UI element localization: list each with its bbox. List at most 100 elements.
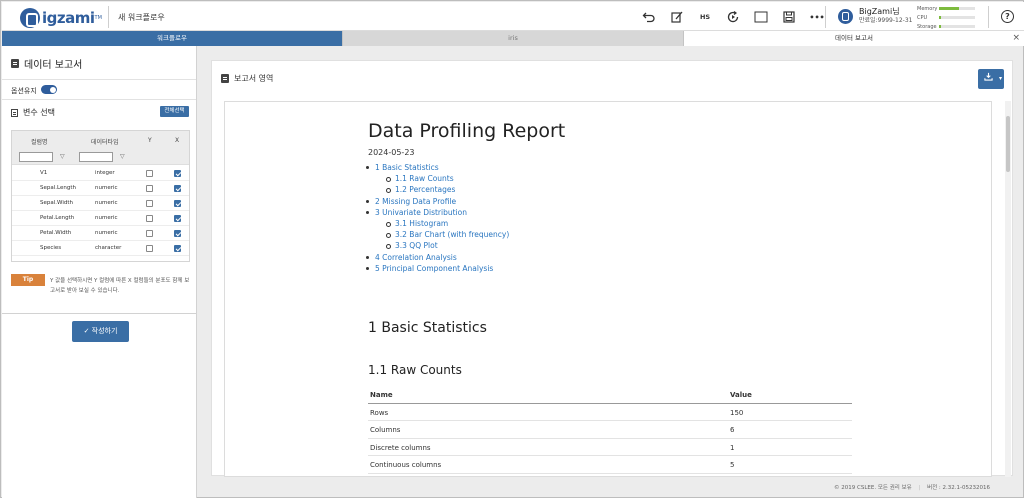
download-icon — [984, 72, 993, 81]
x-checkbox[interactable] — [174, 185, 181, 192]
tab-iris[interactable]: iris — [342, 31, 683, 46]
auto-icon[interactable] — [750, 8, 772, 26]
column-header-name: 컬럼명 — [31, 139, 48, 146]
tip-badge: Tip — [11, 274, 45, 286]
stat-value: 150 — [730, 408, 744, 417]
user-profile[interactable]: BigZami님 만료일:9999-12-31 — [838, 7, 912, 25]
y-checkbox[interactable] — [146, 200, 153, 207]
table-row[interactable]: Species character — [12, 241, 189, 256]
table-row: Rows 150 — [368, 404, 852, 421]
logo-mark-icon — [20, 8, 40, 28]
user-name: BigZami님 — [859, 7, 900, 16]
report-scrollbar[interactable] — [1005, 101, 1011, 477]
bigzami-logo[interactable]: igzami TM — [20, 7, 102, 29]
stat-name: Continuous columns — [370, 461, 442, 469]
more-label: ••• — [809, 12, 825, 22]
undo-icon[interactable] — [638, 8, 660, 26]
storage-meter: Storage — [917, 22, 977, 31]
filter-icon[interactable]: ▽ — [60, 153, 65, 160]
report-icon — [11, 59, 19, 68]
var-type: numeric — [95, 215, 118, 221]
table-row: Continuous columns 5 — [368, 456, 852, 474]
column-header-type: 데이터타입 — [91, 139, 119, 146]
cpu-meter: CPU — [917, 13, 977, 22]
filter-icon[interactable]: ▽ — [120, 153, 125, 160]
replay-icon[interactable] — [722, 8, 744, 26]
y-checkbox[interactable] — [146, 230, 153, 237]
toc-link[interactable]: 4 Correlation Analysis — [366, 252, 775, 263]
hs-icon[interactable]: HS — [694, 8, 716, 26]
stat-name: Columns — [370, 426, 401, 434]
name-filter-input[interactable] — [19, 152, 53, 162]
y-checkbox[interactable] — [146, 215, 153, 222]
variable-select-header: 변수 선택 — [11, 107, 55, 118]
scrollbar-thumb[interactable] — [1006, 116, 1010, 172]
tip-text: Y 값을 선택하시면 Y 컬럼에 따른 X 컬럼들의 분포도 함께 보고서로 받… — [50, 278, 190, 294]
var-type: numeric — [95, 185, 118, 191]
table-row[interactable]: Petal.Width numeric — [12, 226, 189, 241]
x-checkbox[interactable] — [174, 170, 181, 177]
divider — [988, 6, 989, 28]
tab-data-report-label: 데이터 보고서 — [835, 34, 873, 42]
table-row: Discrete columns 1 — [368, 439, 852, 456]
y-checkbox[interactable] — [146, 170, 153, 177]
toc-link[interactable]: 1 Basic Statistics — [366, 162, 775, 173]
stat-value: 5 — [730, 461, 735, 469]
tab-workflow[interactable]: 워크플로우 — [2, 31, 342, 46]
toc-link[interactable]: 2 Missing Data Profile — [366, 196, 775, 207]
var-name: Petal.Length — [40, 215, 75, 221]
section-heading: 1 Basic Statistics — [368, 320, 487, 336]
divider — [2, 313, 196, 314]
var-name: Petal.Width — [40, 230, 72, 236]
toc-link[interactable]: 3 Univariate Distribution — [366, 207, 775, 218]
y-checkbox[interactable] — [146, 185, 153, 192]
close-icon[interactable]: × — [1012, 31, 1020, 46]
table-row[interactable]: Sepal.Width numeric — [12, 196, 189, 211]
memory-fill — [939, 7, 959, 10]
edit-icon[interactable] — [666, 8, 688, 26]
chevron-down-icon[interactable]: ▾ — [999, 69, 1002, 89]
report-area-title: 보고서 영역 — [234, 74, 274, 83]
option-toggle[interactable] — [41, 85, 57, 94]
report-document: Data Profiling Report 2024-05-23 1 Basic… — [224, 101, 992, 477]
user-expiry: 만료일:9999-12-31 — [859, 17, 913, 24]
toc-link[interactable]: 5 Principal Component Analysis — [366, 263, 775, 274]
help-icon[interactable]: ? — [1001, 10, 1014, 23]
type-filter-input[interactable] — [79, 152, 113, 162]
variable-select-title: 변수 선택 — [23, 108, 55, 117]
memory-label: Memory — [917, 5, 938, 12]
col-name-header: Name — [370, 391, 393, 399]
table-header-row: Name Value — [368, 386, 852, 404]
toc-link[interactable]: 3.1 Histogram — [375, 218, 775, 229]
toc-link[interactable]: 1.2 Percentages — [375, 184, 775, 195]
var-type: numeric — [95, 200, 118, 206]
panel-title-text: 데이터 보고서 — [24, 60, 83, 71]
write-report-button[interactable]: ✓ 작성하기 — [72, 321, 129, 342]
table-row[interactable]: Petal.Length numeric — [12, 211, 189, 226]
toc-link[interactable]: 3.2 Bar Chart (with frequency) — [375, 229, 775, 240]
download-button[interactable]: ▾ — [978, 69, 1004, 89]
top-bar: igzami TM 새 워크플로우 HS ••• BigZami님 만료일:99… — [2, 2, 1024, 31]
var-type: numeric — [95, 230, 118, 236]
var-type: integer — [95, 170, 115, 176]
x-checkbox[interactable] — [174, 200, 181, 207]
copyright: © 2019 CSLEE. 모든 권리 보유 — [834, 485, 912, 491]
toolbar: HS ••• — [638, 8, 834, 26]
toc-link[interactable]: 3.3 QQ Plot — [375, 240, 775, 251]
filter-row: ▽ ▽ — [12, 149, 189, 165]
table-row[interactable]: V1 integer — [12, 166, 189, 181]
x-checkbox[interactable] — [174, 215, 181, 222]
select-all-button[interactable]: 전체선택 — [160, 106, 189, 117]
table-row[interactable]: Sepal.Length numeric — [12, 181, 189, 196]
x-checkbox[interactable] — [174, 230, 181, 237]
toc-link[interactable]: 1.1 Raw Counts — [375, 173, 775, 184]
var-type: character — [95, 245, 122, 251]
workflow-title[interactable]: 새 워크플로우 — [118, 12, 165, 23]
save-icon[interactable] — [778, 8, 800, 26]
tab-data-report[interactable]: 데이터 보고서 × — [683, 31, 1024, 46]
x-checkbox[interactable] — [174, 245, 181, 252]
column-header-y: Y — [148, 137, 152, 144]
var-name: Sepal.Length — [40, 185, 76, 191]
report-title: Data Profiling Report — [368, 120, 566, 142]
y-checkbox[interactable] — [146, 245, 153, 252]
